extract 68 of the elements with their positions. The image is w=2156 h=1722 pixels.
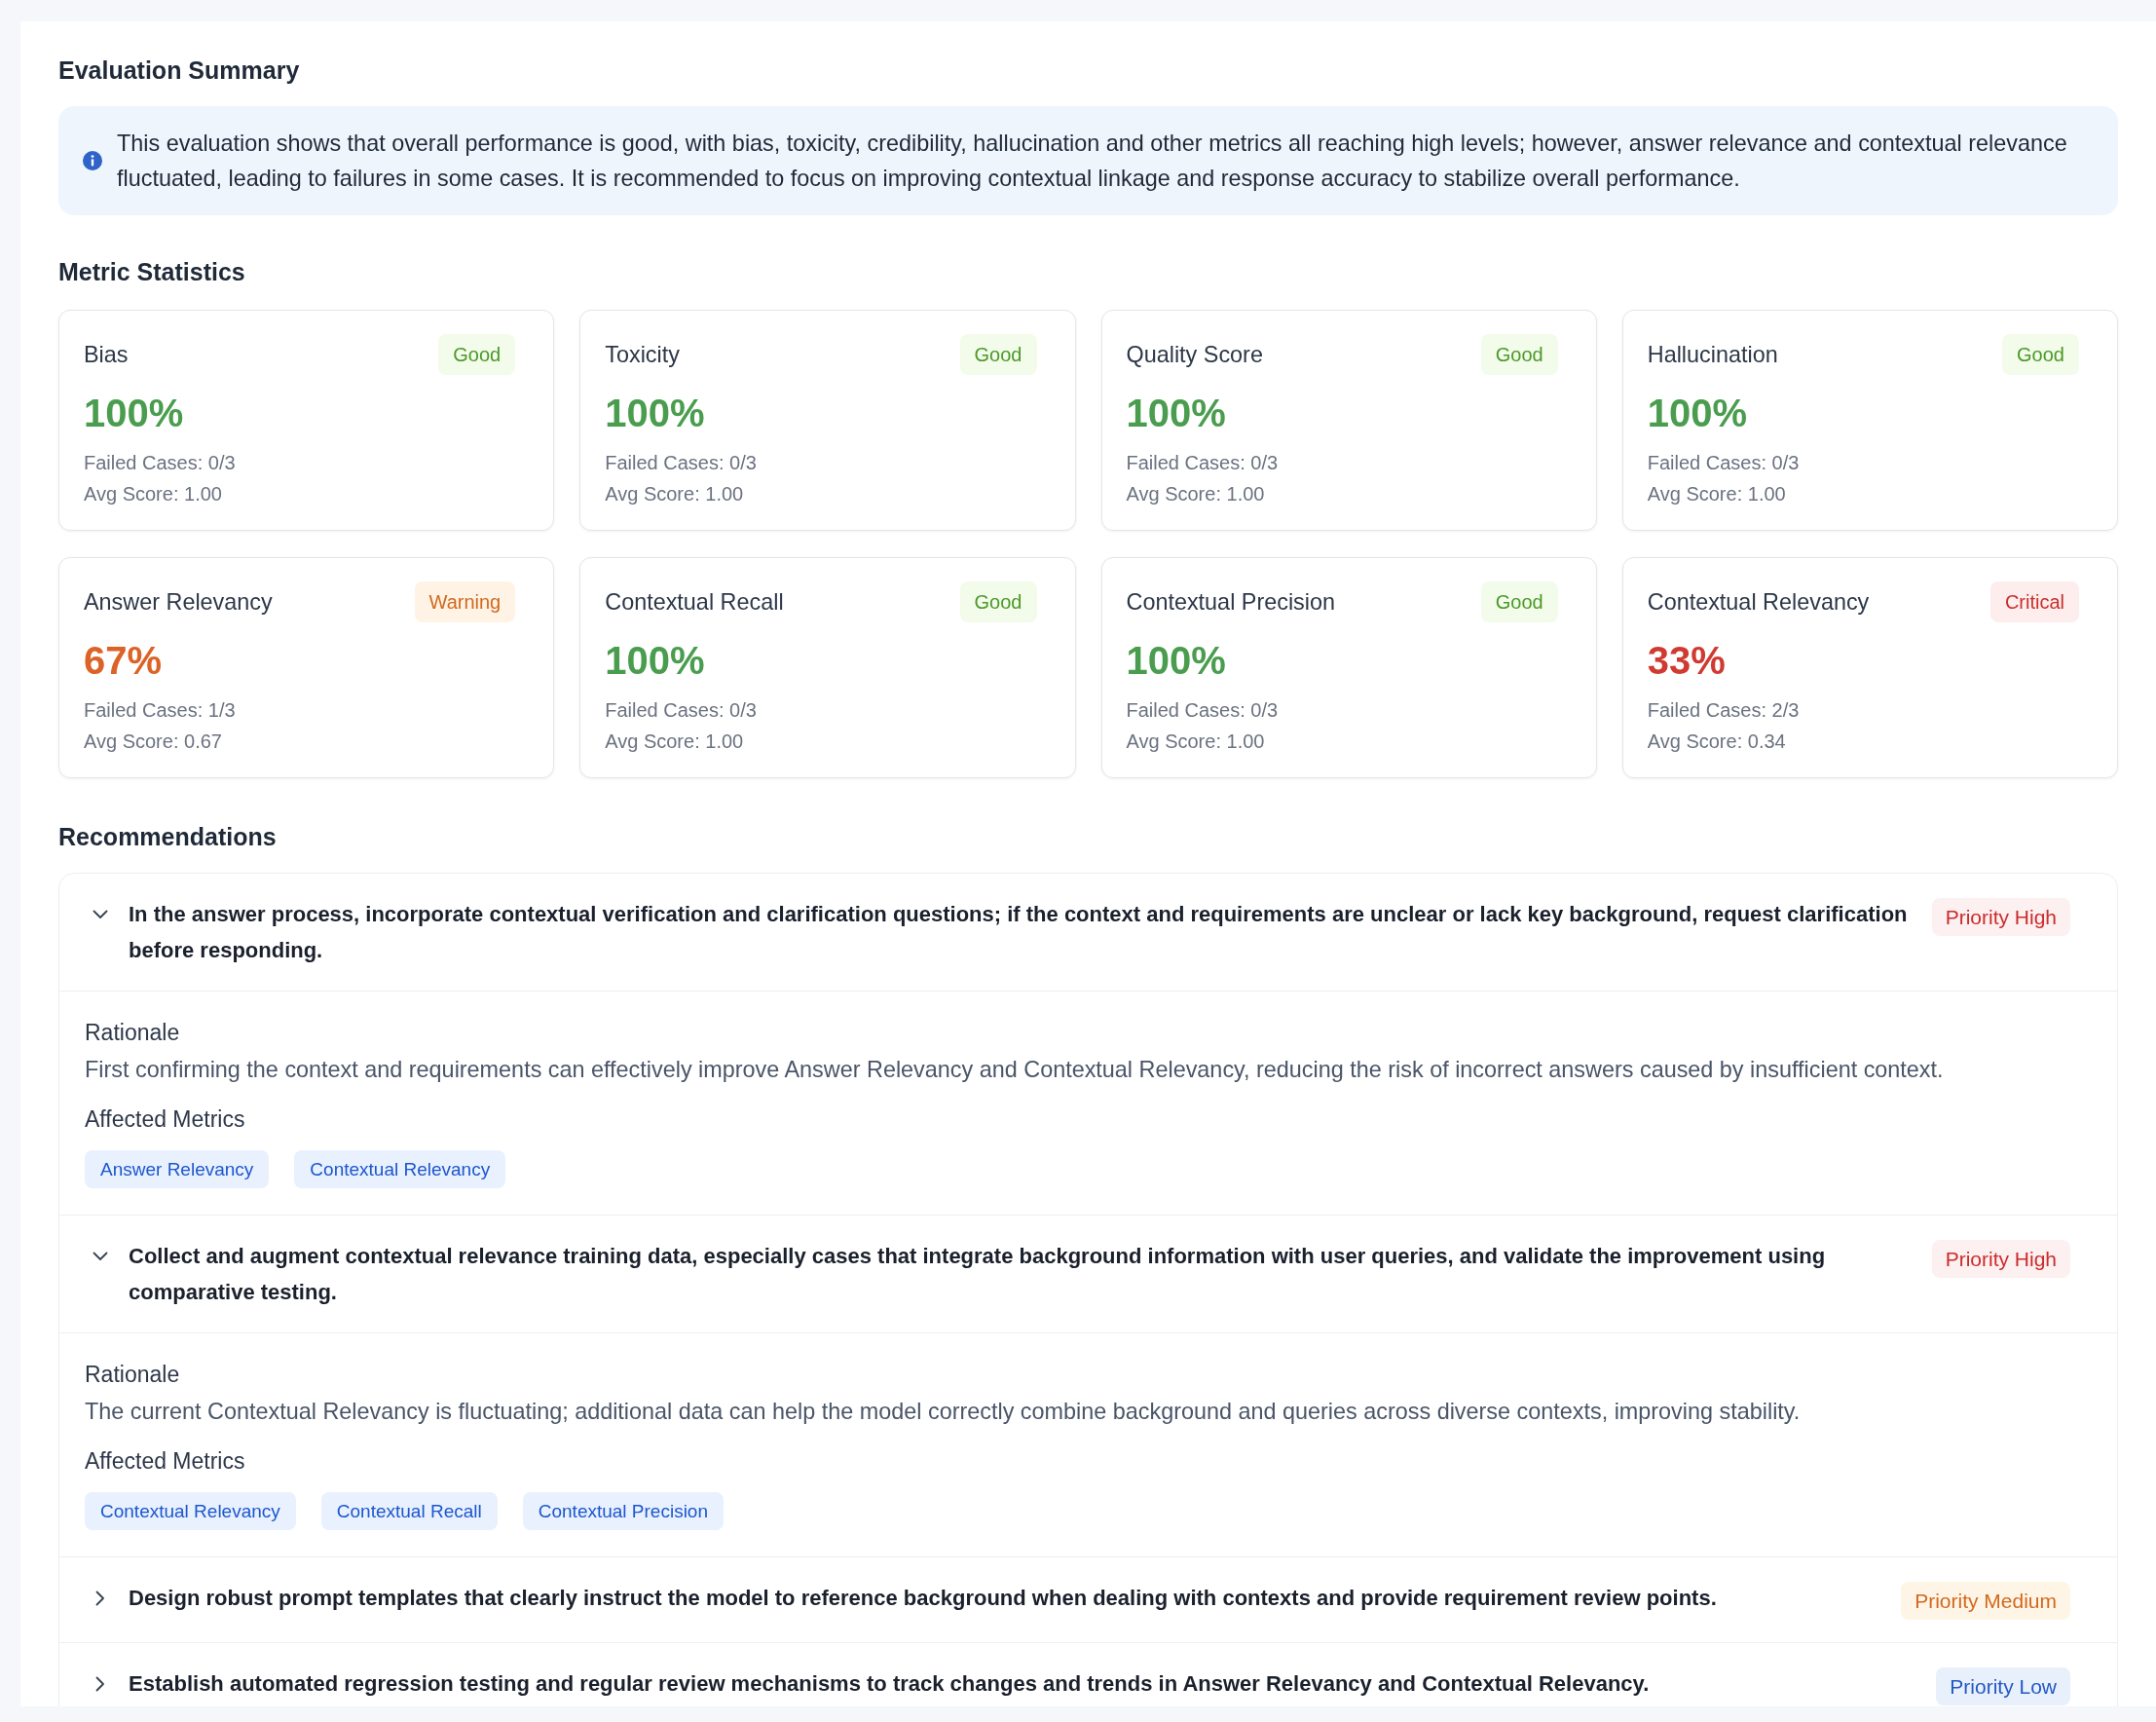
chevron-right-icon[interactable] xyxy=(95,1591,105,1606)
metric-name: Toxicity xyxy=(605,341,680,368)
metric-value: 100% xyxy=(1647,391,1749,436)
metric-value: 100% xyxy=(1126,638,1227,684)
recommendation-text: Establish automated regression testing and regular review mechanisms to track changes and trends in Answer Relevancy and Contextual Relevancy. xyxy=(129,1670,1651,1698)
priority-badge: Priority Medium xyxy=(1901,1582,2070,1620)
metric-value: 100% xyxy=(605,391,706,436)
rationale-label: Rationale xyxy=(85,1019,181,1047)
rationale-text: First confirming the context and requirements can effectively improve Answer Relevancy and Contextual Relevancy, reducing the risk of incorrect answers caused by insufficient context. xyxy=(85,1056,1945,1084)
avg-score-text: Avg Score: 1.00 xyxy=(1126,730,1266,754)
metric-name: Answer Relevancy xyxy=(84,588,273,616)
metric-name: Contextual Relevancy xyxy=(1647,588,1870,616)
avg-score-text: Avg Score: 1.00 xyxy=(1647,482,1787,506)
metric-name: Contextual Precision xyxy=(1126,588,1336,616)
status-badge: Good xyxy=(438,334,516,375)
metric-name: Quality Score xyxy=(1126,341,1263,368)
failed-cases-text: Failed Cases: 2/3 xyxy=(1647,698,1801,723)
recommendation-text: Design robust prompt templates that clearly instruct the model to reference background when dealing with contexts and provide requirement review points. xyxy=(129,1585,1718,1612)
metric-value: 100% xyxy=(605,638,706,684)
failed-cases-text: Failed Cases: 0/3 xyxy=(605,451,758,475)
status-badge: Warning xyxy=(414,581,516,622)
failed-cases-text: Failed Cases: 0/3 xyxy=(1126,698,1280,723)
status-badge: Good xyxy=(2002,334,2079,375)
status-badge: Good xyxy=(1480,581,1558,622)
rationale-label: Rationale xyxy=(85,1361,181,1389)
failed-cases-text: Failed Cases: 0/3 xyxy=(1647,451,1801,475)
metric-tag: Contextual Precision xyxy=(522,1492,724,1530)
chevron-down-icon[interactable] xyxy=(93,910,108,919)
avg-score-text: Avg Score: 1.00 xyxy=(605,482,745,506)
avg-score-text: Avg Score: 1.00 xyxy=(605,730,745,754)
priority-badge: Priority High xyxy=(1931,898,2070,936)
avg-score-text: Avg Score: 0.67 xyxy=(84,730,223,754)
metric-name: Hallucination xyxy=(1647,341,1778,368)
metric-value: 100% xyxy=(1126,391,1227,436)
priority-badge: Priority Low xyxy=(1936,1667,2070,1705)
info-icon xyxy=(83,151,102,170)
status-badge: Critical xyxy=(1989,581,2079,622)
metric-tag: Contextual Recall xyxy=(320,1492,498,1530)
rationale-text: The current Contextual Relevancy is fluctuating; additional data can help the model correctly combine background and queries across diverse contexts, improving stability. xyxy=(85,1398,1802,1426)
metric-value: 100% xyxy=(84,391,185,436)
summary-text: This evaluation shows that overall performance is good, with bias, toxicity, credibility, hallucination and other metrics all reaching high levels; however, answer relevance and contextual relevance fluctuated, leading to failures in some cases. It is recommended to focus on improving contextual linkage and response accuracy to stabilize overall performance. xyxy=(117,130,2068,193)
avg-score-text: Avg Score: 0.34 xyxy=(1647,730,1787,754)
avg-score-text: Avg Score: 1.00 xyxy=(84,482,223,506)
section-title: Evaluation Summary xyxy=(58,56,301,85)
metric-tag: Contextual Relevancy xyxy=(85,1492,296,1530)
status-badge: Good xyxy=(959,581,1037,622)
metric-value: 33% xyxy=(1647,638,1727,684)
section-title: Metric Statistics xyxy=(58,257,246,286)
failed-cases-text: Failed Cases: 0/3 xyxy=(605,698,758,723)
metric-tag: Contextual Relevancy xyxy=(294,1150,506,1188)
status-badge: Good xyxy=(1480,334,1558,375)
affected-metrics-label: Affected Metrics xyxy=(85,1447,246,1476)
affected-metrics-label: Affected Metrics xyxy=(85,1105,246,1134)
recommendation-text: Collect and augment contextual relevance training data, especially cases that integrate background information with user queries, and validate the improvement using comparative testing. xyxy=(129,1243,1827,1306)
failed-cases-text: Failed Cases: 0/3 xyxy=(84,451,237,475)
failed-cases-text: Failed Cases: 0/3 xyxy=(1126,451,1280,475)
priority-badge: Priority High xyxy=(1931,1240,2070,1278)
failed-cases-text: Failed Cases: 1/3 xyxy=(84,698,237,723)
metric-name: Bias xyxy=(84,341,129,368)
metric-value: 67% xyxy=(84,638,164,684)
metric-tag: Answer Relevancy xyxy=(85,1150,270,1188)
chevron-down-icon[interactable] xyxy=(93,1252,108,1261)
chevron-right-icon[interactable] xyxy=(95,1676,105,1692)
section-title: Recommendations xyxy=(58,822,278,851)
avg-score-text: Avg Score: 1.00 xyxy=(1126,482,1266,506)
status-badge: Good xyxy=(959,334,1037,375)
metric-name: Contextual Recall xyxy=(605,588,784,616)
recommendation-text: In the answer process, incorporate contextual verification and clarification questions; if the context and requirements are unclear or lack key background, request clarification before responding. xyxy=(129,901,1909,964)
